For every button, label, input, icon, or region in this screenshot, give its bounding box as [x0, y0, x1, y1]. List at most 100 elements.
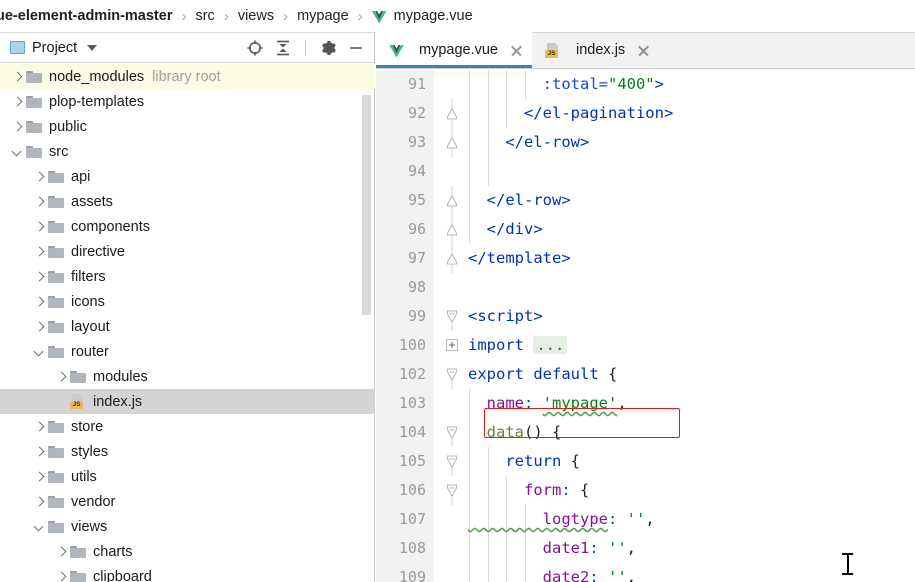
fold-row: [434, 128, 468, 157]
code-line[interactable]: [468, 273, 915, 302]
editor-tab-mypage-vue[interactable]: mypage.vue: [376, 32, 532, 68]
code-line[interactable]: :total="400">: [468, 70, 915, 99]
code-line[interactable]: import ...: [468, 331, 915, 360]
code-line[interactable]: data() {: [468, 418, 915, 447]
tree-item-modules[interactable]: modules: [0, 364, 375, 389]
chevron-down-icon[interactable]: [87, 44, 98, 51]
breadcrumb-item-views[interactable]: views: [238, 8, 274, 24]
chevron-right-icon[interactable]: [32, 195, 45, 208]
chevron-right-icon[interactable]: [54, 545, 67, 558]
code-line[interactable]: logtype: '',: [468, 505, 915, 534]
chevron-right-icon[interactable]: [32, 295, 45, 308]
tree-item-src[interactable]: src: [0, 139, 375, 164]
chevron-right-icon[interactable]: [32, 245, 45, 258]
code-line[interactable]: export default {: [468, 360, 915, 389]
tree-item-filters[interactable]: filters: [0, 264, 375, 289]
chevron-right-icon[interactable]: [10, 120, 23, 133]
chevron-right-icon[interactable]: [32, 495, 45, 508]
collapse-all-icon[interactable]: [274, 39, 292, 57]
tree-item-router[interactable]: router: [0, 339, 375, 364]
fold-end-icon[interactable]: [445, 186, 459, 215]
close-icon[interactable]: [510, 44, 523, 57]
code-content[interactable]: :total="400"> </el-pagination> </el-row>…: [468, 70, 915, 582]
chevron-right-icon[interactable]: [32, 445, 45, 458]
chevron-right-icon[interactable]: [32, 320, 45, 333]
chevron-right-icon[interactable]: [32, 270, 45, 283]
code-token: </el-pagination>: [468, 104, 674, 122]
breadcrumb-file[interactable]: mypage.vue: [372, 8, 473, 24]
code-line[interactable]: </el-row>: [468, 128, 915, 157]
code-folding-column[interactable]: [434, 70, 468, 582]
fold-expand-icon[interactable]: [445, 331, 459, 360]
tree-item-vendor[interactable]: vendor: [0, 489, 375, 514]
gutter-row: 93: [376, 128, 434, 157]
line-number: 108: [398, 539, 426, 557]
editor-tab-index-js[interactable]: JS index.js: [532, 32, 659, 68]
code-line[interactable]: <script>: [468, 302, 915, 331]
fold-end-icon[interactable]: [445, 99, 459, 128]
locate-target-icon[interactable]: [246, 39, 264, 57]
breadcrumb-project[interactable]: ue-element-admin-master: [0, 8, 172, 24]
code-token: 'mypage': [542, 394, 618, 412]
tree-item-public[interactable]: public: [0, 114, 375, 139]
tree-item-store[interactable]: store: [0, 414, 375, 439]
fold-end-icon[interactable]: [445, 244, 459, 273]
code-line[interactable]: return {: [468, 447, 915, 476]
chevron-right-icon[interactable]: [10, 95, 23, 108]
gear-icon[interactable]: [319, 39, 337, 57]
tree-item-components[interactable]: components: [0, 214, 375, 239]
tree-item-icons[interactable]: icons: [0, 289, 375, 314]
fold-start-icon[interactable]: [445, 418, 459, 447]
code-line[interactable]: </template>: [468, 244, 915, 273]
gutter-row: 103: [376, 389, 434, 418]
chevron-down-icon[interactable]: [10, 145, 23, 158]
chevron-down-icon[interactable]: [32, 520, 45, 533]
chevron-right-icon[interactable]: [32, 220, 45, 233]
code-editor[interactable]: 91 92 93 94 95 96 97 98 99 100 102 103 104 105 106 107 1…: [376, 70, 915, 582]
fold-start-icon[interactable]: [445, 447, 459, 476]
code-line[interactable]: form: {: [468, 476, 915, 505]
chevron-right-icon[interactable]: [32, 420, 45, 433]
breadcrumb-item-mypage[interactable]: mypage: [297, 8, 349, 24]
code-token: ...: [533, 336, 568, 354]
fold-start-icon[interactable]: [445, 360, 459, 389]
text-ibeam-cursor: [842, 553, 853, 575]
tree-item-api[interactable]: api: [0, 164, 375, 189]
code-line[interactable]: [468, 157, 915, 186]
code-line[interactable]: </el-pagination>: [468, 99, 915, 128]
tree-item-plop-templates[interactable]: plop-templates: [0, 89, 375, 114]
tree-item-styles[interactable]: styles: [0, 439, 375, 464]
tree-item-utils[interactable]: utils: [0, 464, 375, 489]
tree-item-charts[interactable]: charts: [0, 539, 375, 564]
fold-end-icon[interactable]: [445, 128, 459, 157]
code-line[interactable]: </el-row>: [468, 186, 915, 215]
chevron-down-icon[interactable]: [32, 345, 45, 358]
project-panel-header: Project: [0, 33, 374, 63]
tree-item-directive[interactable]: directive: [0, 239, 375, 264]
chevron-right-icon[interactable]: [32, 470, 45, 483]
tree-item-node-modules[interactable]: node_modules library root: [0, 64, 375, 89]
line-number: 106: [398, 481, 426, 499]
chevron-right-icon[interactable]: [10, 70, 23, 83]
tree-item-layout[interactable]: layout: [0, 314, 375, 339]
project-file-tree[interactable]: node_modules library root plop-templates pu…: [0, 64, 375, 582]
code-token: :: [561, 481, 580, 499]
fold-start-icon[interactable]: [445, 302, 459, 331]
breadcrumb-item-src[interactable]: src: [195, 8, 214, 24]
chevron-right-icon[interactable]: [54, 570, 67, 582]
minimize-icon[interactable]: [347, 39, 365, 57]
fold-end-icon[interactable]: [445, 215, 459, 244]
close-icon[interactable]: [637, 44, 650, 57]
project-panel-scrollbar[interactable]: [362, 95, 371, 315]
fold-start-icon[interactable]: [445, 476, 459, 505]
line-number: 92: [407, 104, 426, 122]
chevron-right-icon[interactable]: [54, 370, 67, 383]
tree-item-index-js[interactable]: JS index.js: [0, 389, 375, 414]
chevron-right-icon[interactable]: [32, 170, 45, 183]
code-line[interactable]: name: 'mypage',: [468, 389, 915, 418]
project-panel-title-group[interactable]: Project: [10, 40, 98, 56]
tree-item-clipboard[interactable]: clipboard: [0, 564, 375, 582]
code-line[interactable]: </div>: [468, 215, 915, 244]
tree-item-views[interactable]: views: [0, 514, 375, 539]
tree-item-assets[interactable]: assets: [0, 189, 375, 214]
